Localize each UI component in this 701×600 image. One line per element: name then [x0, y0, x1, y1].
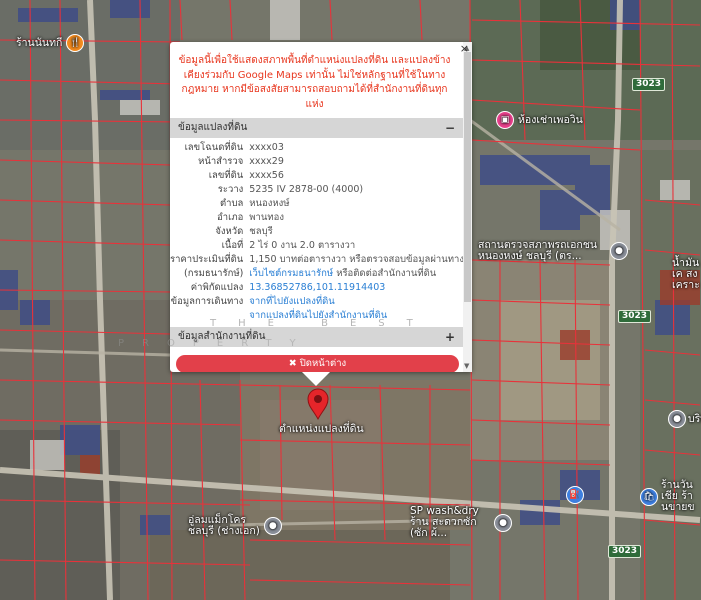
close-icon[interactable]: ×: [460, 42, 469, 55]
popup-pointer: [302, 372, 330, 386]
popup-scrollbar[interactable]: ▲ ▼: [463, 42, 472, 372]
poi-label: บริษ: [688, 412, 701, 425]
poi-label: สถานตรวจสภาพรถเอกชน หนองหงษ์ ชลบุรี (ตร.…: [478, 239, 598, 262]
road-shield: 3023: [608, 545, 642, 558]
marker-label: ตำแหน่งแปลงที่ดิน: [279, 423, 364, 435]
road-shield: 3023: [618, 310, 652, 323]
hotel-icon: ▣: [496, 111, 514, 129]
table-row: เลขที่ดิน xxxx56: [208, 170, 284, 181]
poi-label: อู่ลมแม็กโคร ชลบุรี (ช่างเอก): [188, 514, 260, 537]
poi-label: ห้องเช่าเพอวิน: [518, 113, 583, 126]
poi-shop[interactable]: 🛍 ร้านวันเชีย ร้านขายข: [640, 480, 701, 513]
poi-inspection-station[interactable]: สถานตรวจสภาพรถเอกชน หนองหงษ์ ชลบุรี (ตร.…: [478, 240, 628, 262]
parcel-info-table: เลขโฉนดที่ดิน xxxx03 หน้าสำรวจ xxxx29 เลขท…: [170, 141, 463, 323]
section-title: ข้อมูลแปลงที่ดิน: [178, 122, 248, 133]
poi-label: ร้านวันเชีย ร้านขายข: [661, 479, 695, 513]
table-row: ข้อมูลการเดินทาง จากที่ไปยังแปลงที่ดิน: [170, 296, 335, 307]
table-row: (กรมธนารักษ์) เว็บไซต์กรมธนารักษ์ หรือติ…: [184, 268, 437, 279]
section-parcel-header[interactable]: ข้อมูลแปลงที่ดิน −: [170, 118, 463, 138]
coordinates-link[interactable]: 13.36852786,101.11914403: [249, 282, 385, 293]
close-window-button[interactable]: ✖ ปิดหน้าต่าง: [176, 355, 459, 372]
place-icon: ●: [494, 513, 512, 532]
poi-oil[interactable]: น้ำมันเค สงเคราะ: [672, 258, 701, 291]
road-shield: 3023: [632, 78, 666, 91]
poi-company[interactable]: ● บริษ: [668, 410, 701, 428]
place-icon: ●: [668, 410, 686, 428]
restaurant-icon: 🍴: [66, 34, 85, 52]
table-row: อำเภอ พานทอง: [217, 212, 284, 223]
poi-hotel[interactable]: ▣ ห้องเช่าเพอวิน: [496, 111, 583, 129]
place-icon: ●: [610, 242, 628, 260]
table-row: เลขโฉนดที่ดิน xxxx03: [184, 142, 284, 153]
poi-label: น้ำมันเค สงเคราะ: [672, 257, 700, 291]
poi-label: ร้านนันทกี: [16, 36, 63, 49]
poi-restaurant[interactable]: ร้านนันทกี 🍴: [16, 34, 85, 52]
table-row: จังหวัด ชลบุรี: [215, 226, 273, 237]
watermark: PROPERTY: [118, 338, 314, 349]
collapse-icon[interactable]: −: [445, 118, 455, 138]
table-row: หน้าสำรวจ xxxx29: [198, 156, 284, 167]
scrollbar-thumb[interactable]: [464, 52, 471, 302]
directions-to-parcel-link[interactable]: จากที่ไปยังแปลงที่ดิน: [249, 296, 334, 307]
shopping-icon: 🛍: [640, 487, 658, 506]
gas-station-icon[interactable]: ⛽: [566, 486, 584, 504]
treasury-website-link[interactable]: เว็บไซต์กรมธนารักษ์: [249, 268, 333, 279]
poi-garage[interactable]: อู่ลมแม็กโคร ชลบุรี (ช่างเอก) ●: [188, 515, 282, 537]
table-row: เนื้อที่ 2 ไร่ 0 งาน 2.0 ตารางวา: [221, 240, 356, 251]
table-row: ค่าพิกัดแปลง 13.36852786,101.11914403: [190, 282, 386, 293]
table-row: ราคาประเมินที่ดิน 1,150 บาทต่อตารางวา หรื…: [170, 254, 463, 265]
disclaimer-notice: ข้อมูลนี้เพื่อใช้แสดงสภาพพื้นที่ตำแหน่งแ…: [178, 55, 451, 110]
poi-label: SP wash&dry ร้าน สะดวกซัก (ซัก ผ้...: [410, 505, 479, 539]
table-row: ตำบล หนองหงษ์: [219, 198, 290, 209]
scroll-down-icon[interactable]: ▼: [464, 362, 469, 370]
place-icon: ●: [263, 517, 282, 535]
table-row: ระวาง 5235 IV 2878-00 (4000): [217, 184, 364, 195]
poi-laundry[interactable]: SP wash&dry ร้าน สะดวกซัก (ซัก ผ้... ●: [410, 506, 512, 539]
watermark: THE BEST: [210, 318, 435, 329]
expand-icon[interactable]: +: [445, 327, 455, 347]
